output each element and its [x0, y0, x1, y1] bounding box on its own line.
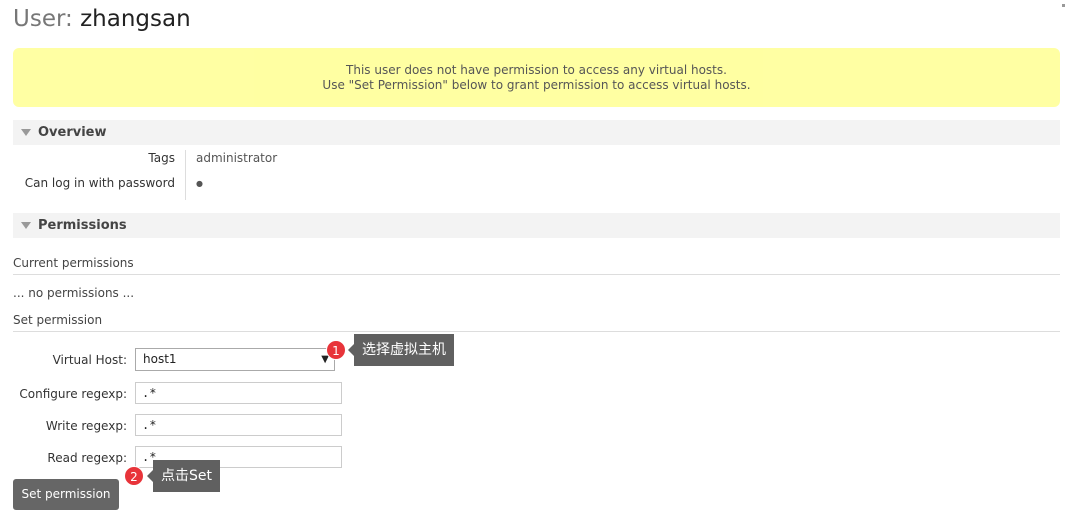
warning-line-1: This user does not have permission to ac…	[346, 63, 727, 77]
page-title: User: zhangsan	[13, 6, 191, 32]
collapse-triangle-icon	[21, 222, 31, 229]
virtual-host-select[interactable]: host1 ▼	[135, 348, 335, 371]
set-permission-heading: Set permission	[13, 313, 1060, 332]
tags-value: administrator	[196, 151, 278, 165]
no-permission-warning: This user does not have permission to ac…	[13, 48, 1060, 107]
password-login-value: ●	[196, 179, 203, 188]
current-permissions-heading: Current permissions	[13, 256, 1060, 275]
write-regexp-input[interactable]	[135, 414, 342, 436]
collapse-triangle-icon	[21, 129, 31, 136]
annotation-badge-2: 2	[124, 466, 144, 486]
write-regexp-label: Write regexp:	[45, 419, 127, 433]
overview-section-header[interactable]: Overview	[13, 120, 1060, 145]
overview-section-title: Overview	[38, 125, 107, 140]
annotation-badge-1: 1	[326, 340, 346, 360]
configure-regexp-input[interactable]	[135, 382, 342, 404]
annotation-tooltip-2: 点击Set	[147, 460, 220, 492]
warning-line-2: Use "Set Permission" below to grant perm…	[322, 78, 751, 92]
overview-divider	[185, 150, 186, 200]
permissions-section-title: Permissions	[38, 218, 127, 233]
annotation-tooltip-1: 选择虚拟主机	[348, 334, 454, 366]
set-permission-button[interactable]: Set permission	[13, 479, 119, 510]
permissions-section-header[interactable]: Permissions	[13, 213, 1060, 238]
scroll-indicator	[1062, 4, 1065, 7]
no-permissions-text: ... no permissions ...	[13, 286, 135, 300]
configure-regexp-label: Configure regexp:	[19, 387, 127, 401]
virtual-host-selected: host1	[143, 352, 177, 366]
read-regexp-label: Read regexp:	[47, 451, 127, 465]
virtual-host-label: Virtual Host:	[52, 353, 127, 367]
password-login-label: Can log in with password	[24, 176, 175, 190]
tags-label: Tags	[148, 151, 175, 165]
page-title-prefix: User:	[13, 6, 73, 32]
page-title-username: zhangsan	[80, 6, 191, 32]
